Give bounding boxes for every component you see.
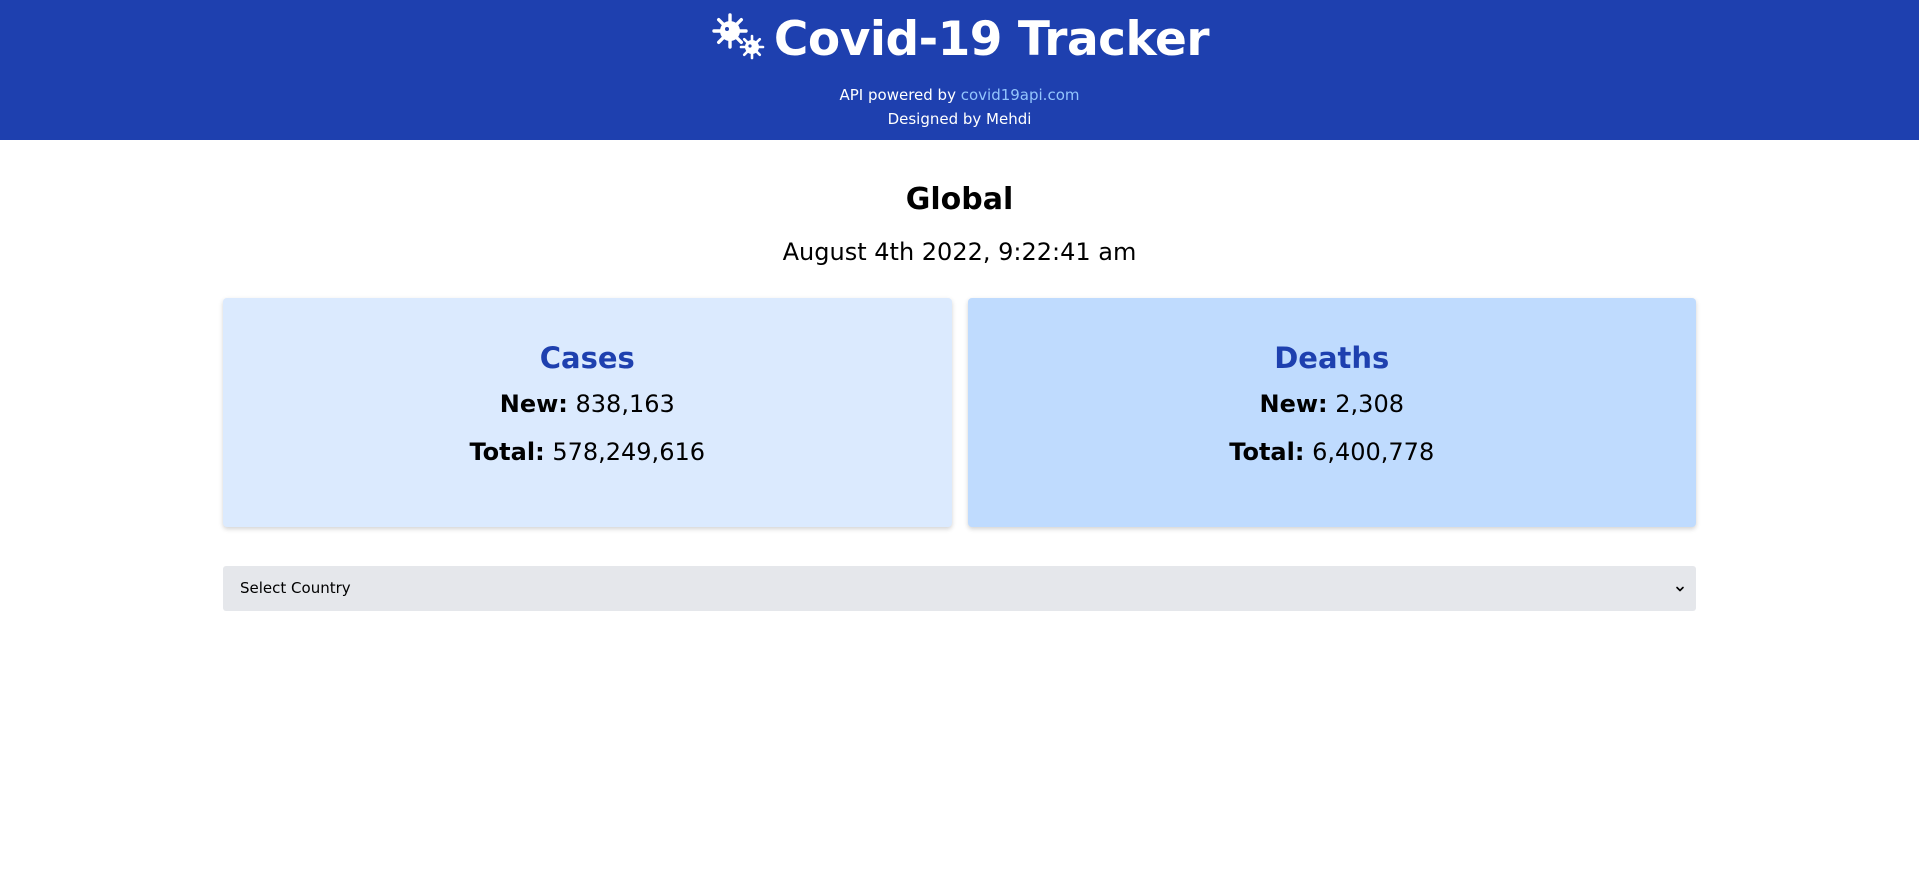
region-title: Global [905, 182, 1014, 217]
deaths-total-value: 6,400,778 [1312, 438, 1435, 466]
country-select[interactable]: Select Country [223, 566, 1696, 611]
api-credit-text: API powered by [839, 86, 961, 104]
virus-icon [712, 13, 765, 60]
deaths-new-label: New: [1259, 390, 1328, 418]
deaths-new-value: 2,308 [1335, 390, 1404, 418]
cases-total-label: Total: [469, 438, 545, 466]
cases-new: New: 838,163 [223, 388, 952, 420]
country-select-value: Select Country [240, 579, 351, 597]
chevron-down-icon [1676, 586, 1684, 592]
app-header: Covid-19 Tracker API powered by covid19a… [0, 0, 1919, 140]
stats-cards: Cases New: 838,163 Total: 578,249,616 De… [223, 298, 1696, 527]
deaths-card-title: Deaths [1274, 341, 1390, 375]
cases-total: Total: 578,249,616 [223, 436, 952, 468]
last-updated-timestamp: August 4th 2022, 9:22:41 am [782, 238, 1137, 266]
app-title: Covid-19 Tracker [773, 11, 1210, 67]
deaths-total-label: Total: [1229, 438, 1305, 466]
deaths-new: New: 2,308 [968, 388, 1697, 420]
deaths-card: Deaths New: 2,308 Total: 6,400,778 [967, 298, 1697, 527]
api-credit: API powered by covid19api.com [0, 83, 1919, 107]
designer-credit: Designed by Mehdi [887, 110, 1032, 128]
cases-new-label: New: [499, 390, 568, 418]
cases-card: Cases New: 838,163 Total: 578,249,616 [223, 298, 952, 527]
cases-card-title: Cases [539, 341, 635, 375]
cases-total-value: 578,249,616 [552, 438, 705, 466]
api-link[interactable]: covid19api.com [961, 86, 1080, 104]
cases-new-value: 838,163 [575, 390, 675, 418]
deaths-total: Total: 6,400,778 [968, 436, 1697, 468]
main-content: Global August 4th 2022, 9:22:41 am Cases… [223, 140, 1696, 611]
title-row: Covid-19 Tracker [0, 10, 1919, 68]
